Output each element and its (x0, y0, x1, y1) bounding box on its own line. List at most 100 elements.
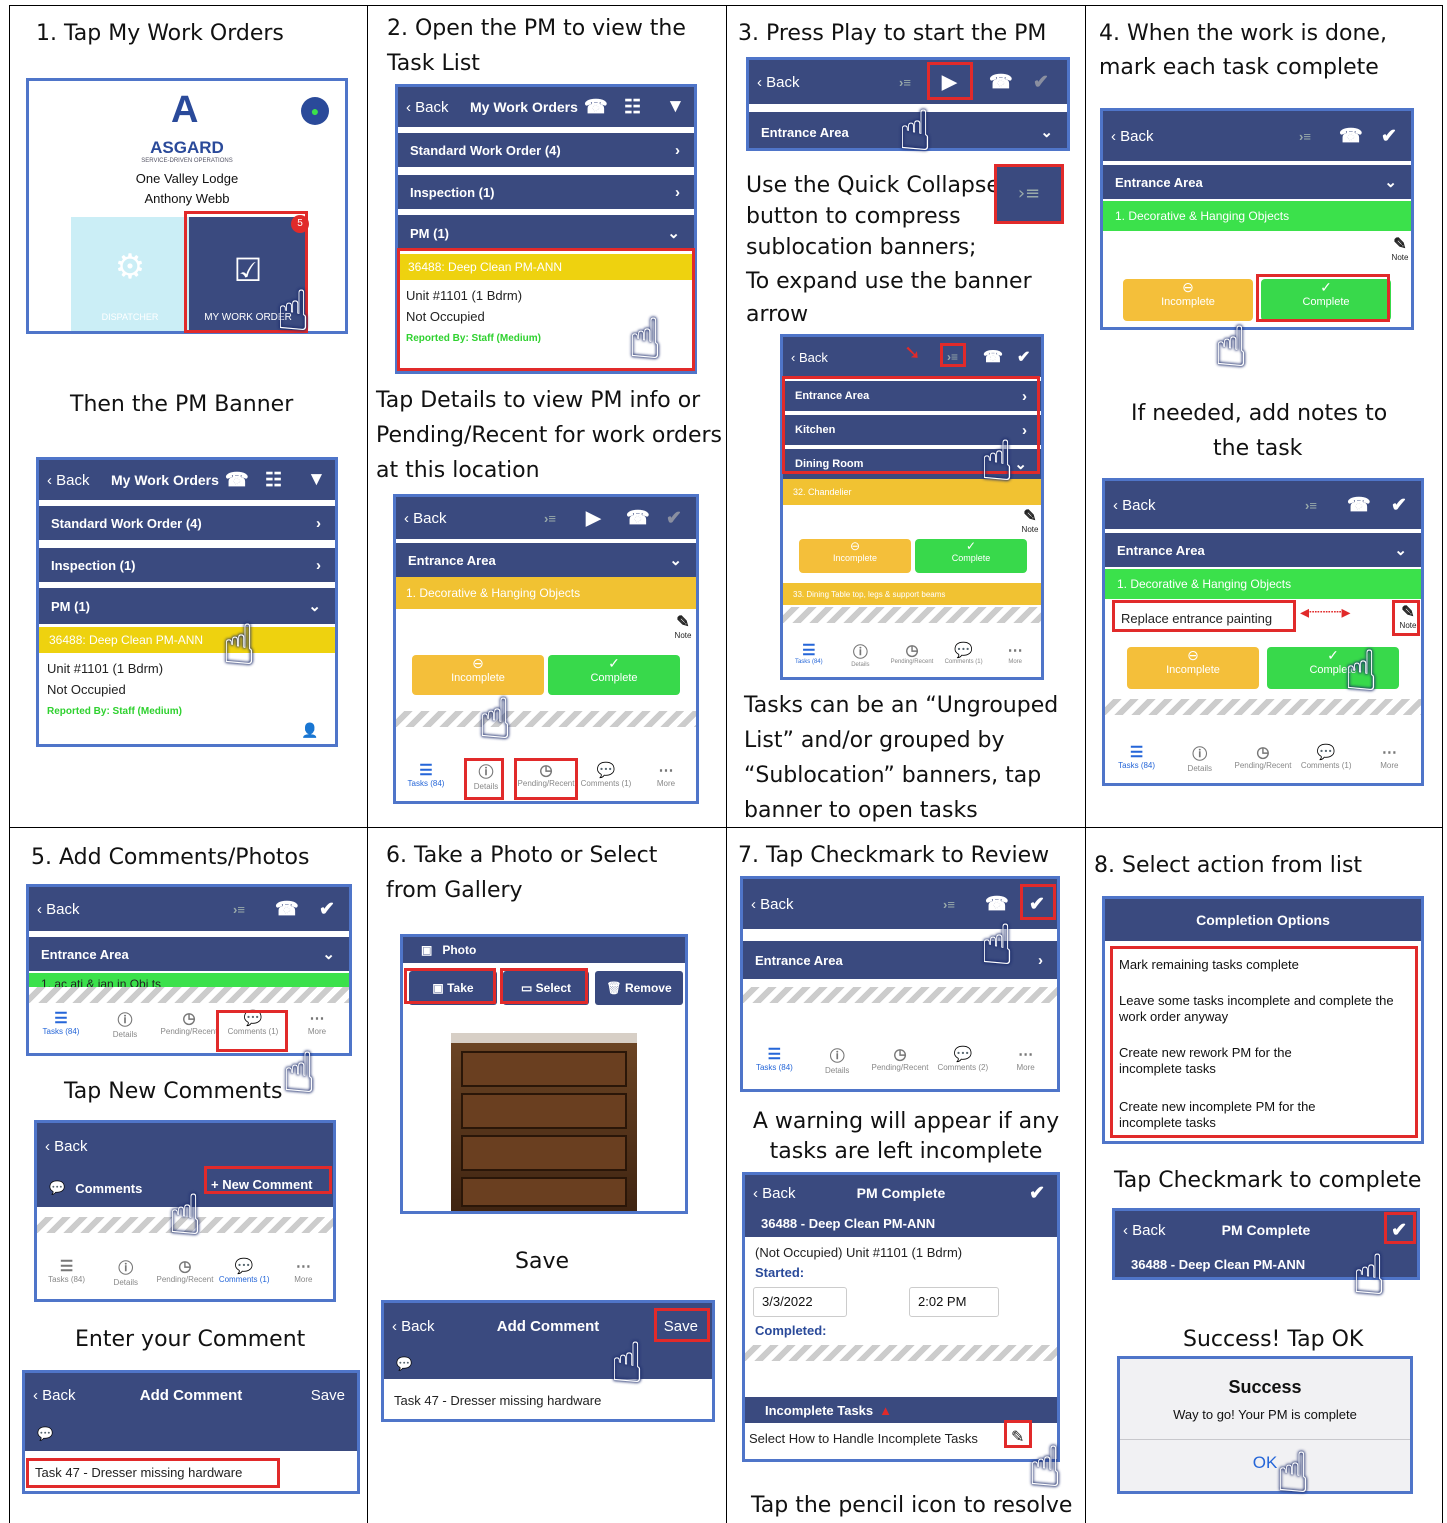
task-banner-green[interactable]: 1. Decorative & Hanging Objects (1105, 569, 1421, 599)
incomplete-button[interactable]: ⊖ Incomplete (1127, 647, 1259, 689)
phone-icon[interactable]: ☎ (626, 507, 650, 530)
start-date-field[interactable]: 3/3/2022 (753, 1287, 847, 1317)
back-button[interactable]: ‹ Back (1113, 497, 1156, 514)
tab-comments[interactable]: 💬 Comments (1) (576, 761, 636, 801)
tab-comments[interactable]: 💬 Comments (2) (931, 1045, 994, 1089)
entrance-banner[interactable]: Entrance Area ⌄ (29, 937, 349, 971)
tab-comments[interactable]: 💬 Comments (1) (938, 641, 990, 677)
checkmark-icon[interactable]: ✔ (1033, 71, 1049, 94)
entrance-banner[interactable]: Entrance Area ⌄ (1103, 165, 1411, 199)
checkmark-icon[interactable]: ✔ (319, 898, 335, 921)
back-button[interactable]: ‹ Back (404, 510, 447, 527)
back-button[interactable]: ‹ Back (791, 350, 828, 365)
remove-button[interactable]: 🗑 Remove (595, 971, 683, 1005)
tab-details[interactable]: ⓘ Details (96, 1257, 155, 1299)
tab-pending[interactable]: ◷ Pending/Recent (1231, 743, 1294, 783)
tab-details[interactable]: ⓘ Details (1168, 743, 1231, 783)
tab-tasks[interactable]: ☰ Tasks (84) (1105, 743, 1168, 783)
dining-table-banner[interactable]: 33. Dining Table top, legs & support bea… (783, 583, 1041, 605)
tab-tasks[interactable]: ☰ Tasks (84) (37, 1257, 96, 1299)
back-button[interactable]: ‹ Back (406, 99, 449, 116)
standard-wo-banner[interactable]: Standard Work Order (4) › (398, 133, 694, 167)
collapse-icon[interactable]: ›≡ (899, 75, 911, 90)
tab-more[interactable]: ⋯ More (994, 1045, 1057, 1089)
tab-pending[interactable]: ◷ Pending/Recent (869, 1045, 932, 1089)
note-button[interactable]: ✎ Note (1389, 237, 1411, 263)
checkmark-icon[interactable]: ✔ (1017, 347, 1030, 367)
quick-collapse-line2: button to compress (746, 204, 961, 229)
tab-tasks[interactable]: ☰ Tasks (84) (396, 761, 456, 801)
checkmark-icon[interactable]: ✔ (1381, 125, 1397, 148)
phone-icon[interactable]: ☎ (275, 898, 299, 921)
tab-details[interactable]: ⓘ Details (806, 1045, 869, 1089)
dispatcher-tile[interactable]: ⚙ DISPATCHER (71, 217, 189, 331)
collapse-icon[interactable]: ›≡ (544, 511, 556, 526)
entrance-banner[interactable]: Entrance Area ⌄ (396, 543, 696, 577)
save-button[interactable]: Save (311, 1387, 345, 1404)
phone-icon[interactable]: ☎ (983, 347, 1003, 367)
play-icon[interactable]: ▶ (586, 507, 601, 530)
pm-banner[interactable]: PM (1) ⌄ (39, 588, 335, 624)
checkmark-icon[interactable]: ✔ (666, 507, 682, 530)
tab-tasks[interactable]: ☰ Tasks (84) (783, 641, 835, 677)
checkmark-icon[interactable]: ✔ (1391, 494, 1407, 517)
tab-more[interactable]: ⋯ More (274, 1257, 333, 1299)
tab-more[interactable]: ⋯ More (989, 641, 1041, 677)
standard-wo-banner[interactable]: Standard Work Order (4) › (39, 506, 335, 540)
tab-tasks[interactable]: ☰ Tasks (84) (743, 1045, 806, 1089)
back-button[interactable]: ‹ Back (45, 1138, 88, 1155)
tab-pending[interactable]: ◷ Pending/Recent (155, 1257, 214, 1299)
nav-bar: ‹ Back (37, 1123, 333, 1169)
entrance-banner[interactable]: Entrance Area ⌄ (1105, 533, 1421, 567)
filter-list-icon[interactable]: ☷ (624, 96, 641, 119)
nav-title: Add Comment (139, 1386, 243, 1404)
phone-icon[interactable]: ☎ (1339, 125, 1363, 148)
inspection-banner[interactable]: Inspection (1) › (398, 175, 694, 209)
back-button[interactable]: ‹ Back (757, 74, 800, 91)
note-button[interactable]: ✎ Note (1019, 509, 1041, 535)
tab-details[interactable]: ⓘ Details (835, 641, 887, 677)
task-banner-green[interactable]: 1. Decorative & Hanging Objects (1103, 201, 1411, 231)
phone-icon[interactable]: ☎ (989, 71, 1013, 94)
pointing-hand-icon: ☝ (276, 279, 311, 344)
collapse-icon[interactable]: ›≡ (943, 897, 955, 912)
collapse-icon[interactable]: ›≡ (1299, 129, 1311, 144)
tab-pending[interactable]: ◷ Pending/Recent (157, 1009, 221, 1053)
dialog-divider (1120, 1439, 1410, 1440)
phone-icon[interactable]: ☎ (584, 96, 608, 119)
back-button[interactable]: ‹ Back (47, 472, 90, 489)
ok-button[interactable]: OK (1120, 1453, 1410, 1473)
complete-button[interactable]: ✓ Complete (915, 539, 1027, 573)
start-time-field[interactable]: 2:02 PM (909, 1287, 999, 1317)
tab-details[interactable]: ⓘ Details (93, 1009, 157, 1053)
pm-banner[interactable]: PM (1) ⌄ (398, 215, 694, 251)
dresser-drawer (461, 1051, 627, 1087)
tab-tasks[interactable]: ☰ Tasks (84) (29, 1009, 93, 1053)
inspection-banner[interactable]: Inspection (1) › (39, 548, 335, 582)
phone-icon[interactable]: ☎ (1347, 494, 1371, 517)
incomplete-button[interactable]: ⊖ Incomplete (799, 539, 911, 573)
pm-item-banner[interactable]: 36488: Deep Clean PM-ANN (39, 627, 335, 653)
collapse-icon[interactable]: ›≡ (1305, 498, 1317, 513)
filter-icon[interactable]: ▼ (666, 96, 685, 118)
back-button[interactable]: ‹ Back (751, 896, 794, 913)
tab-comments[interactable]: 💬 Comments (1) (1295, 743, 1358, 783)
clock-icon[interactable]: ● (301, 97, 329, 125)
complete-button[interactable]: ✓ Complete (548, 655, 680, 695)
assign-user-icon[interactable]: 👤 (301, 722, 318, 739)
complete-button[interactable]: ✓ Complete (1267, 647, 1399, 689)
filter-list-icon[interactable]: ☷ (265, 469, 282, 492)
checkmark-icon[interactable]: ✔ (1029, 1182, 1045, 1205)
filter-icon[interactable]: ▼ (307, 469, 326, 491)
phone-icon[interactable]: ☎ (225, 469, 249, 492)
comment-text[interactable]: Task 47 - Dresser missing hardware (394, 1393, 601, 1408)
back-button[interactable]: ‹ Back (1111, 128, 1154, 145)
task-banner[interactable]: 1. Decorative & Hanging Objects (396, 577, 696, 609)
note-button[interactable]: ✎ Note (672, 615, 694, 641)
collapse-icon[interactable]: ›≡ (233, 902, 245, 917)
tab-pending[interactable]: ◷ Pending/Recent (886, 641, 938, 677)
tab-more[interactable]: ⋯ More (1358, 743, 1421, 783)
tab-comments[interactable]: 💬 Comments (1) (215, 1257, 274, 1299)
tab-more[interactable]: ⋯ More (636, 761, 696, 801)
back-button[interactable]: ‹ Back (37, 901, 80, 918)
